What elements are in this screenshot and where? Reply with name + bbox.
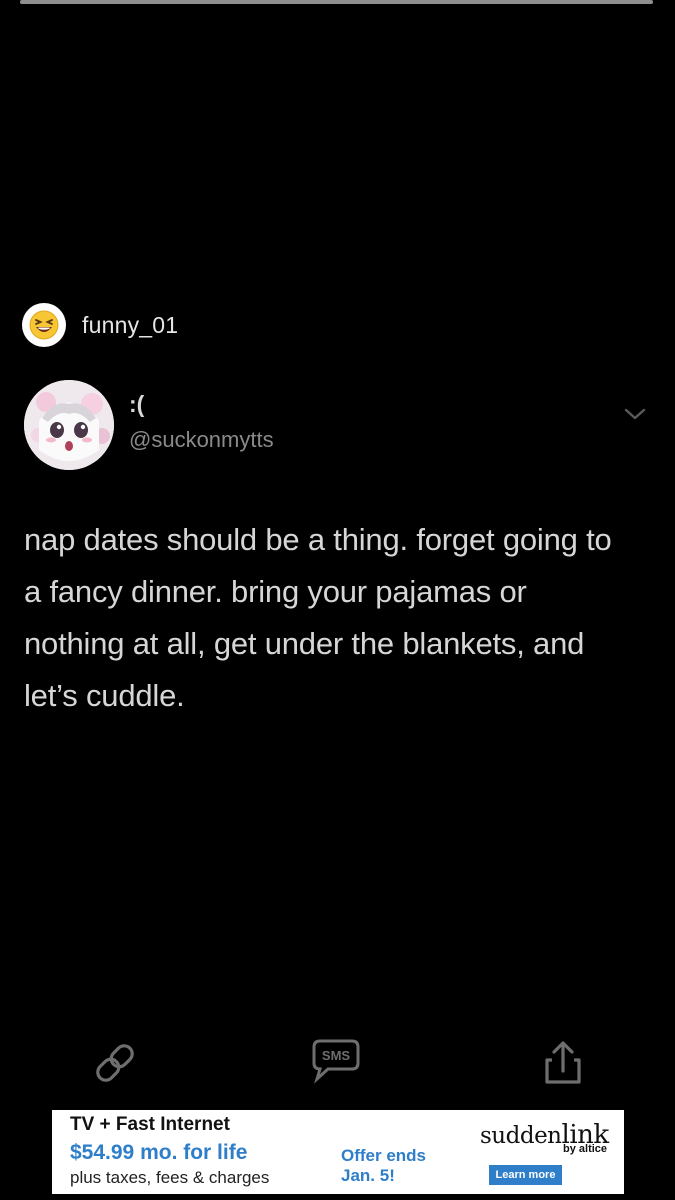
tweet-avatar <box>24 380 114 470</box>
share-button[interactable] <box>538 1040 588 1086</box>
ad-byline: by altice <box>563 1143 608 1155</box>
tweet-handle: @suckonmytts <box>129 427 274 452</box>
laughing-emoji-icon <box>29 310 59 340</box>
story-avatar[interactable] <box>22 303 66 347</box>
story-screen: funny_01 :( @suckonmytts nap dates shoul… <box>0 0 675 1200</box>
story-progress-bar <box>20 0 653 4</box>
ad-headline: TV + Fast Internet <box>70 1114 230 1135</box>
story-username[interactable]: funny_01 <box>82 312 178 339</box>
ad-offer: Offer ends Jan. 5! <box>341 1146 427 1185</box>
ad-fineprint: plus taxes, fees & charges <box>70 1168 270 1187</box>
ad-price: $54.99 mo. for life <box>70 1141 248 1164</box>
tweet-text: nap dates should be a thing. forget goin… <box>24 522 612 713</box>
link-icon <box>96 1044 134 1082</box>
ad-banner[interactable]: TV + Fast Internet $54.99 mo. for life p… <box>52 1110 624 1194</box>
ad-brand-part1: sudden <box>480 1123 562 1149</box>
sms-share-button[interactable]: SMS <box>311 1038 361 1084</box>
story-progress-fill <box>20 0 653 4</box>
sms-label: SMS <box>322 1048 351 1063</box>
copy-link-button[interactable] <box>90 1040 140 1086</box>
chevron-down-icon <box>624 408 646 420</box>
story-header[interactable]: funny_01 <box>22 303 178 347</box>
share-icon <box>545 1041 581 1084</box>
sms-icon: SMS <box>312 1039 360 1084</box>
ad-learn-more-button[interactable]: Learn more <box>489 1165 562 1185</box>
anime-avatar-icon <box>24 380 114 470</box>
tweet-display-name: :( <box>129 391 145 417</box>
